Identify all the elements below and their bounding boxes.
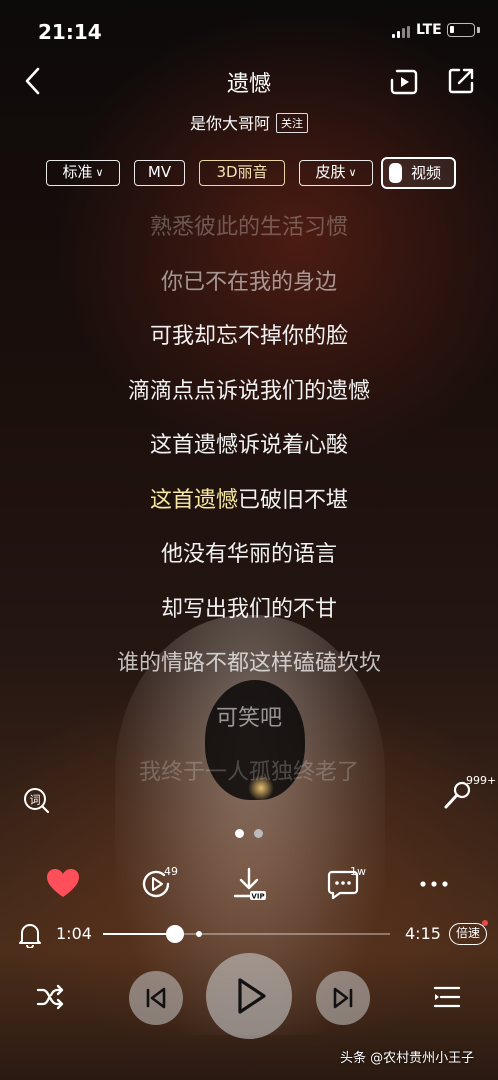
next-icon [333, 987, 353, 1009]
play-button[interactable] [206, 953, 292, 1039]
lyric-line[interactable]: 滴滴点点诉说我们的遗憾 [0, 369, 498, 424]
video-toggle-label: 视频 [411, 164, 442, 182]
progress-thumb[interactable] [166, 925, 185, 943]
buffer-marker [196, 931, 202, 937]
progress-fill [103, 933, 176, 935]
lyric-search-icon[interactable]: 词 [22, 786, 50, 814]
lyric-line[interactable]: 可笑吧 [0, 696, 498, 751]
current-lyric-sung: 这首遗憾 [149, 487, 238, 513]
status-bar: 21:14 LTE [0, 0, 498, 60]
network-label: LTE [416, 22, 442, 38]
lyric-line[interactable]: 却写出我们的不甘 [0, 587, 498, 642]
follow-button[interactable]: 关注 [276, 113, 308, 133]
playlist-icon[interactable] [432, 982, 462, 1012]
speed-new-dot [482, 920, 488, 926]
status-time: 21:14 [38, 20, 102, 44]
loop-count-badge: 49 [164, 865, 178, 878]
chevron-down-icon: ∨ [95, 166, 104, 179]
lyric-line[interactable]: 熟悉彼此的生活习惯 [0, 205, 498, 260]
skin-label: 皮肤 [315, 163, 346, 181]
lyrics-panel[interactable]: 熟悉彼此的生活习惯 你已不在我的身边 可我却忘不掉你的脸 滴滴点点诉说我们的遗憾… [0, 205, 498, 805]
song-title: 遗憾 [226, 72, 271, 97]
video-toggle[interactable]: 视频 [381, 157, 456, 189]
heart-icon[interactable] [45, 866, 81, 902]
chevron-down-icon: ∨ [348, 166, 357, 179]
watermark: 头条 @农村贵州小王子 [340, 1051, 475, 1066]
battery-icon [447, 23, 475, 37]
more-icon[interactable] [416, 866, 452, 902]
progress-track[interactable] [103, 933, 390, 935]
total-time: 4:15 [405, 924, 441, 943]
play-icon [238, 978, 266, 1014]
toggle-knob [389, 163, 402, 183]
download-icon[interactable]: VIP [231, 866, 267, 902]
karaoke-count: 999+ [466, 774, 497, 787]
skin-select[interactable]: 皮肤 ∨ [299, 160, 373, 186]
video-frame-icon[interactable] [388, 66, 420, 98]
previous-button[interactable] [129, 971, 183, 1025]
lyric-line[interactable]: 谁的情路不都这样磕磕坎坎 [0, 641, 498, 696]
artist-row: 是你大哥阿 关注 [0, 110, 498, 134]
sound-effect-label: 3D丽音 [216, 163, 268, 181]
lyric-line[interactable]: 可我却忘不掉你的脸 [0, 314, 498, 369]
lyric-line[interactable]: 这首遗憾诉说着心酸 [0, 423, 498, 478]
page-indicator [0, 823, 498, 842]
lyric-line[interactable]: 我终于一人孤独终老了 [0, 750, 498, 805]
page-dot [254, 829, 263, 838]
artist-name[interactable]: 是你大哥阿 [190, 114, 270, 133]
mv-label: MV [147, 163, 172, 181]
mv-button[interactable]: MV [134, 160, 185, 186]
page-dot [235, 829, 244, 838]
current-time: 1:04 [56, 924, 92, 943]
shuffle-icon[interactable] [35, 982, 65, 1012]
quality-label: 标准 [62, 163, 93, 181]
signal-icon [392, 26, 412, 38]
lyric-line[interactable]: 你已不在我的身边 [0, 260, 498, 315]
current-lyric-line[interactable]: 这首遗憾已破旧不堪 [0, 478, 498, 533]
bell-icon[interactable] [18, 922, 42, 948]
vip-tag: VIP [251, 893, 264, 901]
sound-effect-button[interactable]: 3D丽音 [199, 160, 285, 186]
share-out-icon[interactable] [446, 66, 476, 96]
quality-select[interactable]: 标准 ∨ [46, 160, 120, 186]
svg-text:词: 词 [30, 794, 41, 807]
current-lyric-rest: 已破旧不堪 [238, 487, 349, 513]
next-button[interactable] [316, 971, 370, 1025]
battery-cap [477, 27, 480, 33]
speed-button[interactable]: 倍速 [449, 923, 487, 945]
previous-icon [146, 987, 166, 1009]
lyric-line[interactable]: 他没有华丽的语言 [0, 532, 498, 587]
comment-count-badge: 1w [350, 865, 366, 878]
